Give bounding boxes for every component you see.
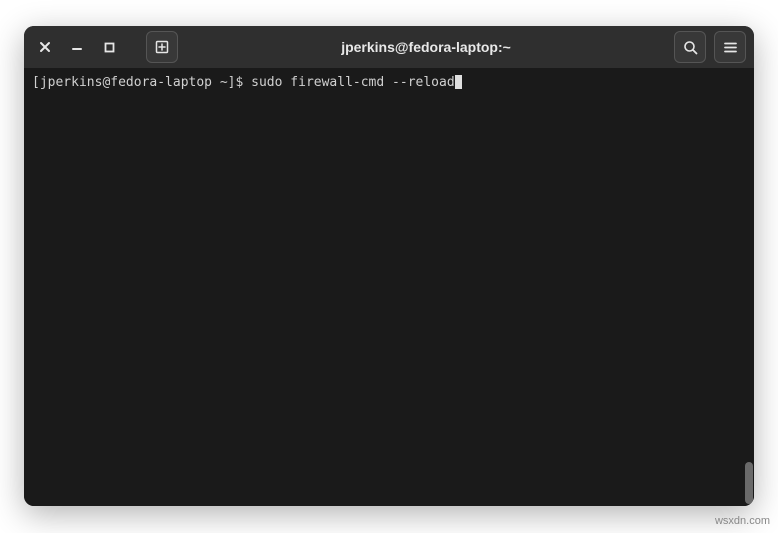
- search-icon: [683, 40, 698, 55]
- menu-button[interactable]: [714, 31, 746, 63]
- shell-command: sudo firewall-cmd --reload: [251, 75, 455, 90]
- terminal-window: jperkins@fedora-laptop:~ [jperkin: [24, 26, 754, 506]
- header-actions: [674, 31, 746, 63]
- new-tab-icon: [154, 39, 170, 55]
- new-tab-button[interactable]: [146, 31, 178, 63]
- title-bar: jperkins@fedora-laptop:~: [24, 26, 754, 68]
- terminal-cursor: [455, 75, 462, 89]
- minimize-button[interactable]: [70, 40, 84, 54]
- minimize-icon: [71, 41, 83, 53]
- hamburger-icon: [723, 40, 738, 55]
- search-button[interactable]: [674, 31, 706, 63]
- close-icon: [39, 41, 51, 53]
- terminal-line: [jperkins@fedora-laptop ~]$ sudo firewal…: [32, 74, 746, 92]
- window-title: jperkins@fedora-laptop:~: [184, 39, 668, 55]
- maximize-button[interactable]: [102, 40, 116, 54]
- window-controls: [32, 31, 178, 63]
- watermark: wsxdn.com: [715, 515, 770, 527]
- terminal-content[interactable]: [jperkins@fedora-laptop ~]$ sudo firewal…: [24, 68, 754, 506]
- maximize-icon: [104, 42, 115, 53]
- close-button[interactable]: [38, 40, 52, 54]
- scrollbar-thumb[interactable]: [745, 462, 753, 504]
- shell-prompt: [jperkins@fedora-laptop ~]$: [32, 75, 251, 90]
